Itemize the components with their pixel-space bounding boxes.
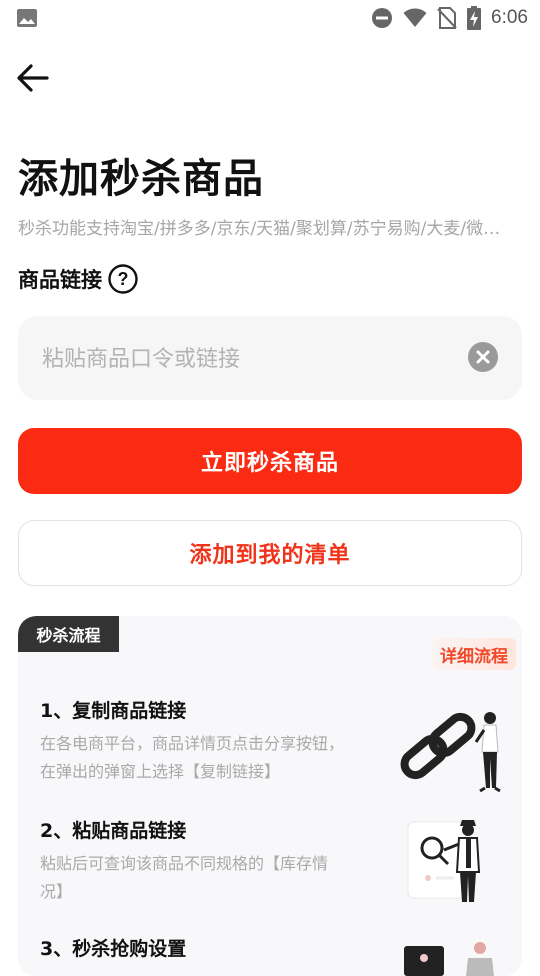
step-1-title: 1、复制商品链接 — [40, 700, 187, 722]
magnifier-person-illustration — [407, 820, 481, 902]
back-arrow-icon[interactable] — [14, 58, 54, 98]
detail-flow-link[interactable]: 详细流程 — [432, 638, 516, 670]
product-link-input-box — [18, 316, 522, 402]
product-link-label-row: 商品链接 ? — [18, 264, 138, 294]
clear-input-icon[interactable] — [468, 342, 498, 372]
status-bar: 6:06 — [0, 0, 540, 36]
page-subtitle: 秒杀功能支持淘宝/拼多多/京东/天猫/聚划算/苏宁易购/大麦/微… — [18, 219, 501, 239]
chain-link-illustration — [400, 712, 501, 793]
status-icons: 6:06 — [371, 6, 528, 30]
seckill-flow-card: 秒杀流程 详细流程 1、复制商品链接 在各电商平台，商品详情页点击分享按钮，在弹… — [18, 616, 522, 976]
battery-charging-icon — [467, 6, 482, 30]
page-title: 添加秒杀商品 — [18, 156, 264, 202]
clock-time: 6:06 — [491, 7, 528, 28]
do-not-disturb-icon — [372, 8, 393, 28]
image-notification-icon — [17, 9, 37, 27]
no-sim-icon — [437, 7, 457, 29]
flow-tag: 秒杀流程 — [18, 616, 119, 652]
settings-person-illustration — [404, 942, 494, 976]
step-2-desc: 粘贴后可查询该商品不同规格的【库存情况】 — [40, 854, 329, 901]
step-1-desc: 在各电商平台，商品详情页点击分享按钮，在弹出的弹窗上选择【复制链接】 — [40, 734, 345, 781]
seckill-now-button[interactable]: 立即秒杀商品 — [18, 428, 522, 494]
wifi-icon — [403, 8, 427, 27]
add-to-list-button[interactable]: 添加到我的清单 — [18, 520, 522, 586]
svg-text:?: ? — [118, 269, 129, 289]
help-question-icon[interactable]: ? — [108, 264, 138, 294]
product-link-label: 商品链接 — [18, 268, 102, 292]
step-3-title: 3、秒杀抢购设置 — [40, 938, 187, 960]
step-2-title: 2、粘贴商品链接 — [40, 820, 187, 842]
product-link-input[interactable] — [40, 316, 464, 402]
